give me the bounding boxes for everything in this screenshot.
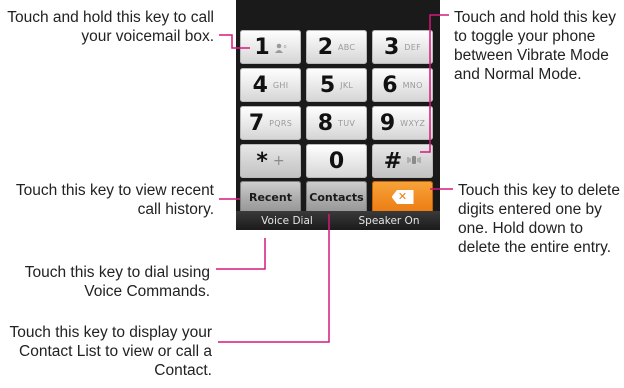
callout-recent: Touch this key to view recent call histo… — [15, 182, 214, 218]
callout-delete: Touch this key to delete digits entered … — [458, 182, 620, 256]
callout-contacts: Touch this key to display your Contact L… — [9, 324, 212, 379]
callout-vibrate: Touch and hold this key to toggle your p… — [454, 9, 616, 83]
callout-voicemail: Touch and hold this key to call your voi… — [7, 9, 214, 45]
leader-voice-dial — [216, 238, 266, 270]
leader-contacts — [218, 214, 330, 343]
leader-voicemail — [219, 34, 250, 49]
callout-voice-dial: Touch this key to dial using Voice Comma… — [24, 264, 210, 300]
leader-vibrate — [420, 14, 449, 153]
